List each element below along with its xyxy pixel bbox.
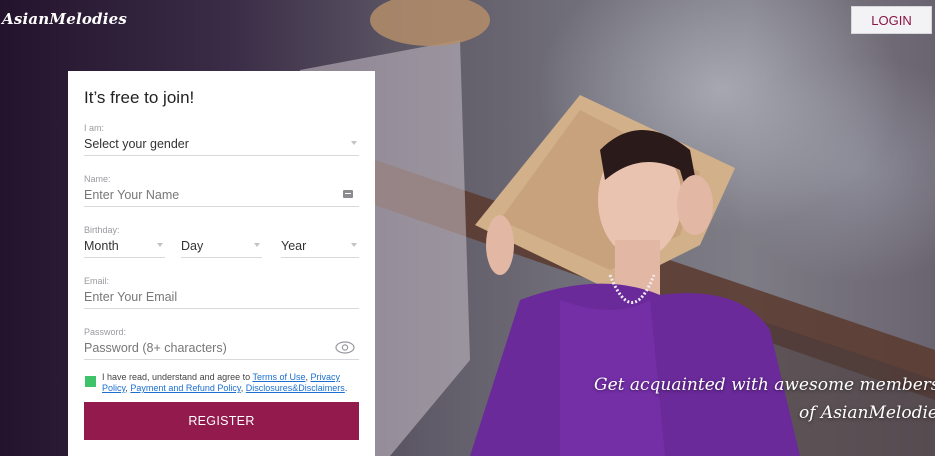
- password-input[interactable]: Password (8+ characters): [84, 336, 359, 360]
- chevron-down-icon: [351, 243, 357, 247]
- hero-tagline-line2: of AsianMelodies!: [799, 403, 935, 423]
- terms-checkbox[interactable]: [85, 376, 96, 387]
- hero-tagline-line1: Get acquainted with awesome members: [594, 375, 935, 395]
- register-button[interactable]: REGISTER: [84, 402, 359, 440]
- birthday-month-value: Month: [84, 238, 119, 253]
- login-button[interactable]: LOGIN: [851, 6, 932, 34]
- signup-form: It’s free to join! I am: Select your gen…: [68, 71, 375, 456]
- chevron-down-icon: [254, 243, 260, 247]
- site-logo[interactable]: AsianMelodies: [2, 10, 127, 28]
- name-input-placeholder: Enter Your Name: [84, 187, 180, 202]
- chevron-down-icon: [351, 141, 357, 145]
- payment-refund-policy-link[interactable]: Payment and Refund Policy: [130, 383, 240, 393]
- id-card-icon: [343, 190, 353, 198]
- eye-icon[interactable]: [335, 341, 355, 354]
- name-input[interactable]: Enter Your Name: [84, 183, 359, 207]
- gender-select-value: Select your gender: [84, 136, 189, 151]
- birthday-day-value: Day: [181, 238, 204, 253]
- email-input-placeholder: Enter Your Email: [84, 289, 178, 304]
- consent-suffix: .: [344, 383, 348, 393]
- terms-of-use-link[interactable]: Terms of Use: [252, 372, 305, 382]
- birthday-day-select[interactable]: Day: [181, 234, 262, 258]
- disclosures-disclaimers-link[interactable]: Disclosures&Disclaimers: [246, 383, 345, 393]
- birthday-month-select[interactable]: Month: [84, 234, 165, 258]
- consent-prefix: I have read, understand and agree to: [102, 372, 253, 382]
- birthday-year-select[interactable]: Year: [281, 234, 359, 258]
- birthday-year-value: Year: [281, 238, 307, 253]
- email-input[interactable]: Enter Your Email: [84, 285, 359, 309]
- terms-consent-text: I have read, understand and agree to Ter…: [102, 372, 368, 394]
- form-title: It’s free to join!: [84, 88, 195, 107]
- password-input-placeholder: Password (8+ characters): [84, 340, 227, 355]
- chevron-down-icon: [157, 243, 163, 247]
- gender-select[interactable]: Select your gender: [84, 132, 359, 156]
